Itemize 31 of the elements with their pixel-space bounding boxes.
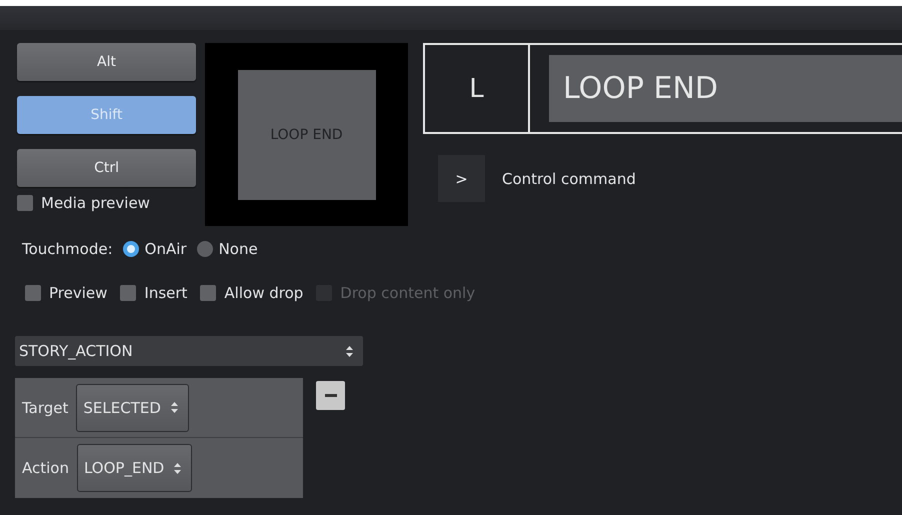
checkbox[interactable] — [200, 285, 216, 301]
action-type-dropdown[interactable]: STORY_ACTION — [15, 336, 363, 366]
checkbox-label: Preview — [49, 284, 108, 302]
spinner-icon — [170, 402, 178, 413]
checkbox-label: Allow drop — [224, 284, 304, 302]
parameter-dropdown[interactable]: LOOP_END — [76, 444, 192, 492]
radio-label: None — [218, 240, 258, 258]
command-label: Control command — [502, 170, 636, 188]
preview-tile: LOOP END — [238, 70, 376, 200]
parameter-label: Action — [22, 459, 69, 477]
parameter-dropdown[interactable]: SELECTED — [76, 384, 189, 432]
checkbox[interactable] — [17, 195, 33, 211]
name-field[interactable]: LOOP END — [549, 55, 902, 122]
radio-button[interactable] — [122, 241, 139, 257]
modifier-button[interactable]: Ctrl — [17, 149, 196, 187]
checkbox[interactable] — [25, 285, 41, 301]
command-button[interactable]: > — [438, 155, 485, 202]
checkbox-label: Drop content only — [340, 284, 476, 302]
radio-button[interactable] — [196, 241, 213, 257]
modifier-button[interactable]: Alt — [17, 43, 196, 81]
minus-icon — [324, 394, 336, 397]
checkbox-label: Media preview — [41, 194, 150, 212]
radio-label: OnAir — [144, 240, 187, 258]
spinner-icon — [174, 462, 182, 474]
checkbox[interactable] — [120, 285, 136, 301]
checkbox-label: Insert — [144, 284, 188, 302]
shortcut-key: L — [425, 45, 530, 132]
remove-button[interactable] — [316, 381, 345, 410]
spinner-icon — [346, 346, 353, 356]
parameter-label: Target — [22, 398, 68, 416]
touchmode-label: Touchmode: — [22, 240, 113, 258]
